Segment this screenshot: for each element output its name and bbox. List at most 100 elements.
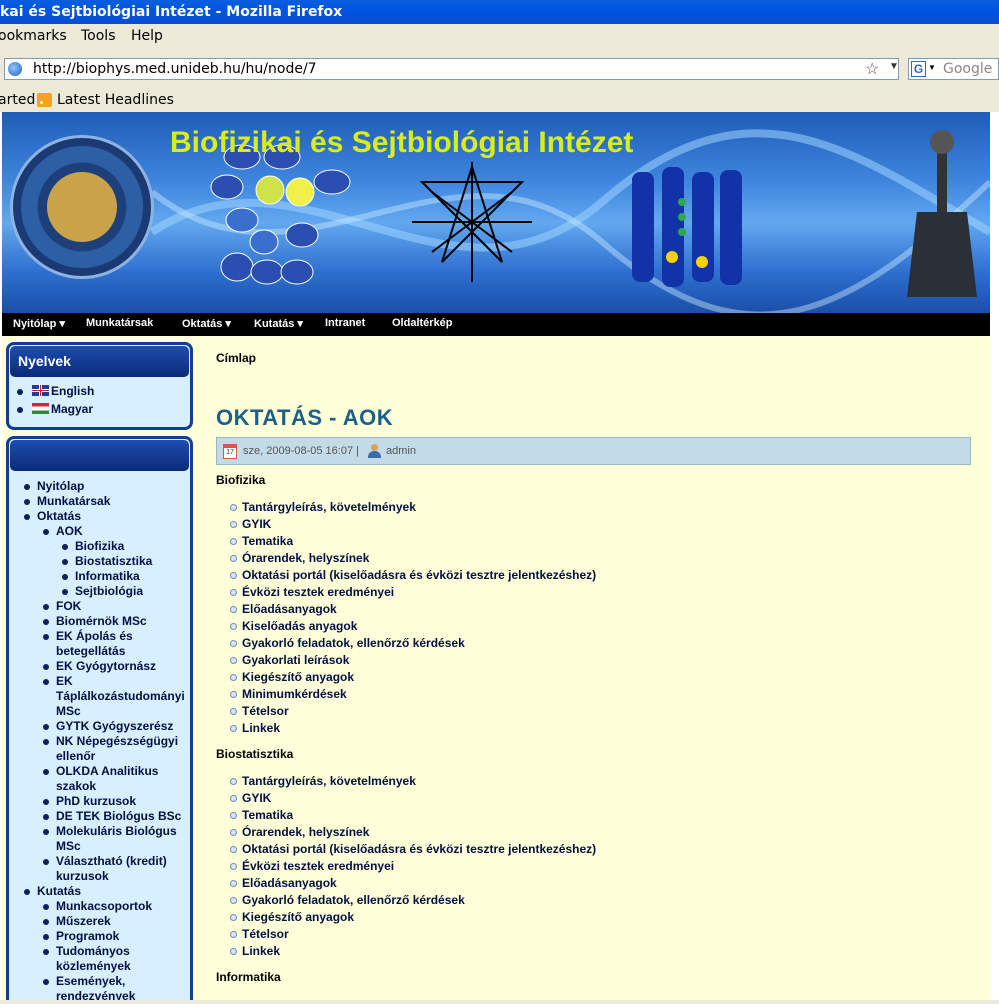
- sidebar-nav-item[interactable]: Molekuláris Biológus MSc: [43, 824, 177, 854]
- breadcrumb[interactable]: Címlap: [216, 351, 256, 365]
- sidebar-nav-item[interactable]: DE TEK Biológus BSc: [43, 809, 181, 824]
- bullet-icon: [24, 484, 30, 490]
- nav-kutatas[interactable]: Kutatás ▾: [254, 317, 303, 330]
- language-magyar[interactable]: Magyar: [17, 402, 190, 420]
- engine-dropdown-icon[interactable]: ▼: [928, 63, 936, 72]
- bullet-icon: [24, 499, 30, 505]
- google-engine-icon[interactable]: G: [911, 61, 926, 77]
- sidebar-nav-item[interactable]: Programok: [43, 929, 119, 944]
- sidebar-nav-item[interactable]: EK Gyógytornász: [43, 659, 156, 674]
- section-link[interactable]: Órarendek, helyszínek: [229, 551, 369, 565]
- url-dropdown-icon[interactable]: ▼: [889, 61, 899, 72]
- sidebar-nav-item[interactable]: NK Népegészségügyi ellenőr: [43, 734, 178, 764]
- section-link[interactable]: GYIK: [229, 517, 271, 531]
- sidebar-nav-item[interactable]: Oktatás: [24, 509, 81, 524]
- page-title[interactable]: OKTATÁS - AOK: [216, 405, 393, 431]
- sidebar-nav-item[interactable]: Választható (kredit) kurzusok: [43, 854, 167, 884]
- bookmark-star-icon[interactable]: ☆: [865, 59, 879, 79]
- section-link[interactable]: GYIK: [229, 791, 271, 805]
- sidebar-nav-item[interactable]: EK Táplálkozástudományi MSc: [43, 674, 185, 719]
- section-link[interactable]: Linkek: [229, 721, 280, 735]
- sidebar-nav-item[interactable]: Munkacsoportok: [43, 899, 152, 914]
- nav-munkatarsak[interactable]: Munkatársak: [86, 317, 153, 329]
- section-link[interactable]: Előadásanyagok: [230, 876, 337, 890]
- site-header-banner: Biofizikai és Sejtbiológiai Intézet: [2, 112, 990, 313]
- sidebar-nav-item[interactable]: Tudományos közlemények: [43, 944, 131, 974]
- bullet-icon: [62, 574, 68, 580]
- post-author[interactable]: admin: [386, 445, 416, 457]
- language-english[interactable]: English: [17, 384, 190, 402]
- section-link[interactable]: Kiegészítő anyagok: [229, 670, 354, 684]
- menu-help[interactable]: Help: [131, 28, 163, 44]
- bullet-icon: [43, 769, 49, 775]
- section-link[interactable]: Gyakorló feladatok, ellenőrző kérdések: [230, 636, 465, 650]
- section-link[interactable]: Kiegészítő anyagok: [229, 910, 354, 924]
- bullet-icon: [24, 889, 30, 895]
- navigation-block: Nyitólap Munkatársak Oktatás AOK Biofizika Bi…: [6, 436, 193, 1000]
- bullet-icon: [43, 799, 49, 805]
- menu-tools[interactable]: Tools: [81, 28, 116, 44]
- user-icon: [367, 444, 381, 459]
- sidebar-nav-item[interactable]: PhD kurzusok: [43, 794, 136, 809]
- sidebar-nav-item[interactable]: FOK: [43, 599, 81, 614]
- content-area: Nyelvek English Magyar Nyitólap Munkatárs…: [2, 336, 990, 1000]
- uk-flag-icon: [32, 385, 49, 396]
- section-link[interactable]: Tételsor: [230, 704, 289, 718]
- section-link[interactable]: Évközi tesztek eredményei: [229, 859, 394, 873]
- sidebar-nav-item[interactable]: Nyitólap: [24, 479, 84, 494]
- section-link[interactable]: Oktatási portál (kiselőadásra és évközi …: [229, 568, 596, 582]
- section-link[interactable]: Órarendek, helyszínek: [229, 825, 369, 839]
- url-bar[interactable]: http://biophys.med.unideb.hu/hu/node/7 ☆…: [4, 58, 899, 80]
- search-placeholder[interactable]: Google: [943, 61, 992, 77]
- bullet-icon: [43, 814, 49, 820]
- section-link[interactable]: Előadásanyagok: [230, 602, 337, 616]
- sidebar-nav-item[interactable]: Események, rendezvények: [43, 974, 135, 1000]
- molecular-motor-illustration: [907, 130, 977, 297]
- bookmark-getting-started[interactable]: arted: [0, 92, 35, 108]
- bullet-icon: [43, 919, 49, 925]
- sidebar-nav-item[interactable]: Biofizika: [62, 539, 124, 554]
- sidebar-nav-item[interactable]: Biomérnök MSc: [43, 614, 147, 629]
- bookmark-latest-headlines[interactable]: Latest Headlines: [57, 92, 174, 108]
- rss-feed-icon: [37, 93, 52, 107]
- section-link[interactable]: Kiselőadás anyagok: [229, 619, 357, 633]
- star-structure-illustration: [412, 162, 532, 282]
- section-link[interactable]: Gyakorló feladatok, ellenőrző kérdések: [230, 893, 465, 907]
- menu-bookmarks[interactable]: ookmarks: [0, 28, 67, 44]
- section-link[interactable]: Minimumkérdések: [230, 687, 347, 701]
- section-link[interactable]: Gyakorlati leírások: [229, 653, 349, 667]
- bullet-icon: [43, 634, 49, 640]
- section-link[interactable]: Tantárgyleírás, követelmények: [230, 500, 416, 514]
- sidebar-nav-item[interactable]: EK Ápolás és betegellátás: [43, 629, 133, 659]
- nav-nyitolap[interactable]: Nyitólap ▾: [13, 317, 65, 330]
- search-box[interactable]: G ▼ Google: [908, 58, 999, 80]
- navigation-toolbar: http://biophys.med.unideb.hu/hu/node/7 ☆…: [0, 52, 999, 86]
- section-link[interactable]: Oktatási portál (kiselőadásra és évközi …: [229, 842, 596, 856]
- section-link[interactable]: Évközi tesztek eredményei: [229, 585, 394, 599]
- nav-oldalterkep[interactable]: Oldaltérkép: [392, 317, 453, 329]
- section-heading: Informatika: [216, 970, 281, 984]
- sidebar-nav-item[interactable]: GYTK Gyógyszerész: [43, 719, 173, 734]
- sidebar-nav-item[interactable]: Sejtbiológia: [62, 584, 143, 599]
- site-title[interactable]: Biofizikai és Sejtbiológiai Intézet: [170, 126, 633, 160]
- sidebar-nav-item[interactable]: Műszerek: [43, 914, 111, 929]
- bullet-icon: [43, 859, 49, 865]
- section-link[interactable]: Linkek: [229, 944, 280, 958]
- section-link[interactable]: Tematika: [229, 808, 293, 822]
- section-link[interactable]: Tematika: [229, 534, 293, 548]
- sidebar-nav-item[interactable]: Informatika: [62, 569, 140, 584]
- url-text[interactable]: http://biophys.med.unideb.hu/hu/node/7: [33, 61, 317, 77]
- bullet-icon: [43, 829, 49, 835]
- web-page: Biofizikai és Sejtbiológiai Intézet Nyit…: [0, 112, 999, 1000]
- sidebar-nav-item[interactable]: Biostatisztika: [62, 554, 152, 569]
- bullet-icon: [62, 544, 68, 550]
- sidebar-nav-item[interactable]: OLKDA Analitikus szakok: [43, 764, 158, 794]
- section-link[interactable]: Tantárgyleírás, követelmények: [230, 774, 416, 788]
- nav-oktatas[interactable]: Oktatás ▾: [182, 317, 231, 330]
- sidebar-nav-item[interactable]: AOK: [43, 524, 83, 539]
- sidebar-nav-item[interactable]: Munkatársak: [24, 494, 110, 509]
- section-link[interactable]: Tételsor: [230, 927, 289, 941]
- nav-intranet[interactable]: Intranet: [325, 317, 365, 329]
- protein-models-illustration: [632, 167, 742, 287]
- sidebar-nav-item[interactable]: Kutatás: [24, 884, 81, 899]
